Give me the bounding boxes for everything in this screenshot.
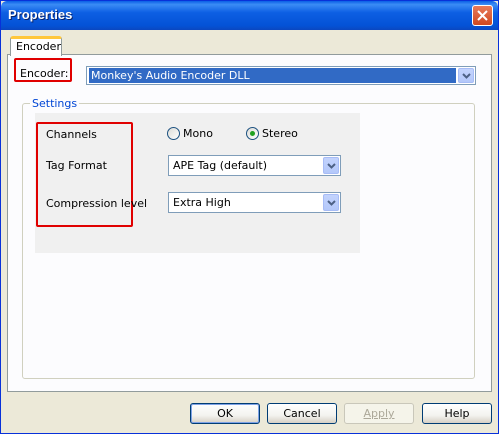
close-button[interactable] bbox=[472, 5, 493, 26]
help-button[interactable]: Help bbox=[422, 403, 492, 424]
compression-level-dropdown[interactable]: Extra High bbox=[168, 192, 341, 213]
cancel-button[interactable]: Cancel bbox=[267, 403, 337, 424]
encoder-selected-value: Monkey's Audio Encoder DLL bbox=[89, 68, 456, 83]
radio-stereo[interactable]: Stereo bbox=[246, 127, 298, 140]
ok-button[interactable]: OK bbox=[190, 403, 260, 424]
tab-encoder[interactable]: Encoder bbox=[10, 36, 62, 56]
encoder-dropdown[interactable]: Monkey's Audio Encoder DLL bbox=[86, 66, 476, 85]
apply-button[interactable]: Apply bbox=[344, 403, 414, 424]
radio-mono[interactable]: Mono bbox=[167, 127, 213, 140]
radio-stereo-label: Stereo bbox=[262, 127, 298, 140]
channels-label: Channels bbox=[46, 128, 97, 141]
settings-caption: Settings bbox=[30, 97, 80, 110]
properties-dialog: Properties Encoder Encoder: Monkey's Aud… bbox=[0, 0, 499, 434]
radio-mono-circle[interactable] bbox=[167, 127, 180, 140]
tag-format-label: Tag Format bbox=[46, 159, 107, 172]
title-bar[interactable]: Properties bbox=[1, 1, 498, 30]
tag-format-value: APE Tag (default) bbox=[173, 159, 268, 172]
chevron-down-icon bbox=[326, 199, 336, 206]
compression-level-label: Compression level bbox=[46, 197, 148, 210]
chevron-down-icon bbox=[461, 72, 471, 79]
apply-button-label: Apply bbox=[363, 407, 395, 420]
compression-level-dropdown-button[interactable] bbox=[323, 194, 339, 211]
radio-stereo-circle[interactable] bbox=[246, 127, 259, 140]
tag-format-dropdown[interactable]: APE Tag (default) bbox=[168, 155, 341, 176]
compression-level-value: Extra High bbox=[173, 196, 231, 209]
encoder-label-highlight bbox=[14, 58, 72, 82]
tag-format-dropdown-button[interactable] bbox=[323, 157, 339, 174]
window-title: Properties bbox=[8, 7, 73, 22]
close-icon bbox=[477, 10, 488, 21]
tab-encoder-label: Encoder bbox=[16, 40, 61, 53]
chevron-down-icon bbox=[326, 162, 336, 169]
ok-button-label: OK bbox=[217, 407, 233, 420]
radio-selected-dot bbox=[250, 131, 255, 136]
radio-mono-label: Mono bbox=[183, 127, 213, 140]
cancel-button-label: Cancel bbox=[283, 407, 321, 420]
help-button-label: Help bbox=[444, 407, 470, 420]
encoder-dropdown-button[interactable] bbox=[458, 68, 474, 83]
